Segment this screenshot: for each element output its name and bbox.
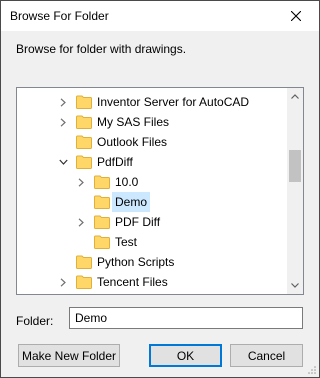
close-icon bbox=[291, 11, 301, 21]
tree-item-label: Test bbox=[115, 235, 138, 249]
chevron-right-icon[interactable] bbox=[58, 112, 68, 132]
chevron-up-icon bbox=[291, 94, 299, 99]
tree-item[interactable]: PDF Diff bbox=[17, 212, 287, 232]
tree-item[interactable]: Outlook Files bbox=[17, 132, 287, 152]
tree-item[interactable]: Test bbox=[17, 232, 287, 252]
chevron-down-icon bbox=[291, 283, 299, 288]
folder-icon bbox=[94, 175, 110, 189]
chevron-down-icon[interactable] bbox=[58, 152, 68, 172]
folder-icon bbox=[76, 115, 92, 129]
close-button[interactable] bbox=[273, 1, 319, 31]
folder-tree[interactable]: Inventor Server for AutoCAD My SAS Files O… bbox=[16, 87, 304, 295]
tree-item[interactable]: Python Scripts bbox=[17, 252, 287, 272]
folder-icon bbox=[94, 215, 110, 229]
browse-for-folder-dialog: Browse For Folder Browse for folder with… bbox=[0, 0, 320, 378]
tree-item-label: Python Scripts bbox=[97, 255, 175, 269]
tree-item-label: PDF Diff bbox=[115, 215, 161, 229]
folder-icon bbox=[76, 95, 92, 109]
folder-field-label: Folder: bbox=[16, 314, 54, 328]
scroll-up-button[interactable] bbox=[287, 88, 303, 105]
tree-item[interactable]: Demo bbox=[17, 192, 287, 212]
tree-item-label: Inventor Server for AutoCAD bbox=[97, 95, 250, 109]
folder-icon bbox=[76, 275, 92, 289]
tree-item[interactable]: Inventor Server for AutoCAD bbox=[17, 92, 287, 112]
cancel-button[interactable]: Cancel bbox=[230, 344, 303, 367]
window-title: Browse For Folder bbox=[10, 9, 109, 23]
tree-item-label: Tencent Files bbox=[97, 275, 168, 289]
vertical-scrollbar[interactable] bbox=[287, 88, 303, 294]
tree-item-label: Outlook Files bbox=[97, 135, 168, 149]
folder-icon bbox=[76, 135, 92, 149]
folder-icon bbox=[76, 255, 92, 269]
dialog-description: Browse for folder with drawings. bbox=[16, 42, 187, 56]
tree-item[interactable]: Tencent Files bbox=[17, 272, 287, 292]
tree-item-label: 10.0 bbox=[115, 175, 139, 189]
tree-item[interactable]: 10.0 bbox=[17, 172, 287, 192]
chevron-right-icon[interactable] bbox=[76, 212, 86, 232]
tree-item-label: My SAS Files bbox=[97, 115, 170, 129]
resize-grip-icon[interactable] bbox=[307, 365, 317, 375]
chevron-right-icon[interactable] bbox=[76, 172, 86, 192]
scrollbar-thumb[interactable] bbox=[289, 150, 301, 182]
tree-item[interactable]: PdfDiff bbox=[17, 152, 287, 172]
tree-item-label: PdfDiff bbox=[97, 155, 133, 169]
chevron-right-icon[interactable] bbox=[58, 92, 68, 112]
ok-button[interactable]: OK bbox=[149, 344, 222, 367]
tree-item[interactable]: My SAS Files bbox=[17, 112, 287, 132]
folder-tree-items: Inventor Server for AutoCAD My SAS Files O… bbox=[17, 88, 287, 294]
make-new-folder-button[interactable]: Make New Folder bbox=[18, 344, 120, 367]
title-bar: Browse For Folder bbox=[1, 1, 319, 31]
folder-input[interactable] bbox=[69, 307, 303, 329]
folder-icon bbox=[94, 195, 110, 209]
folder-icon bbox=[94, 235, 110, 249]
tree-item-label: Demo bbox=[112, 192, 151, 212]
chevron-right-icon[interactable] bbox=[58, 272, 68, 292]
scroll-down-button[interactable] bbox=[287, 277, 303, 294]
folder-icon bbox=[76, 155, 92, 169]
